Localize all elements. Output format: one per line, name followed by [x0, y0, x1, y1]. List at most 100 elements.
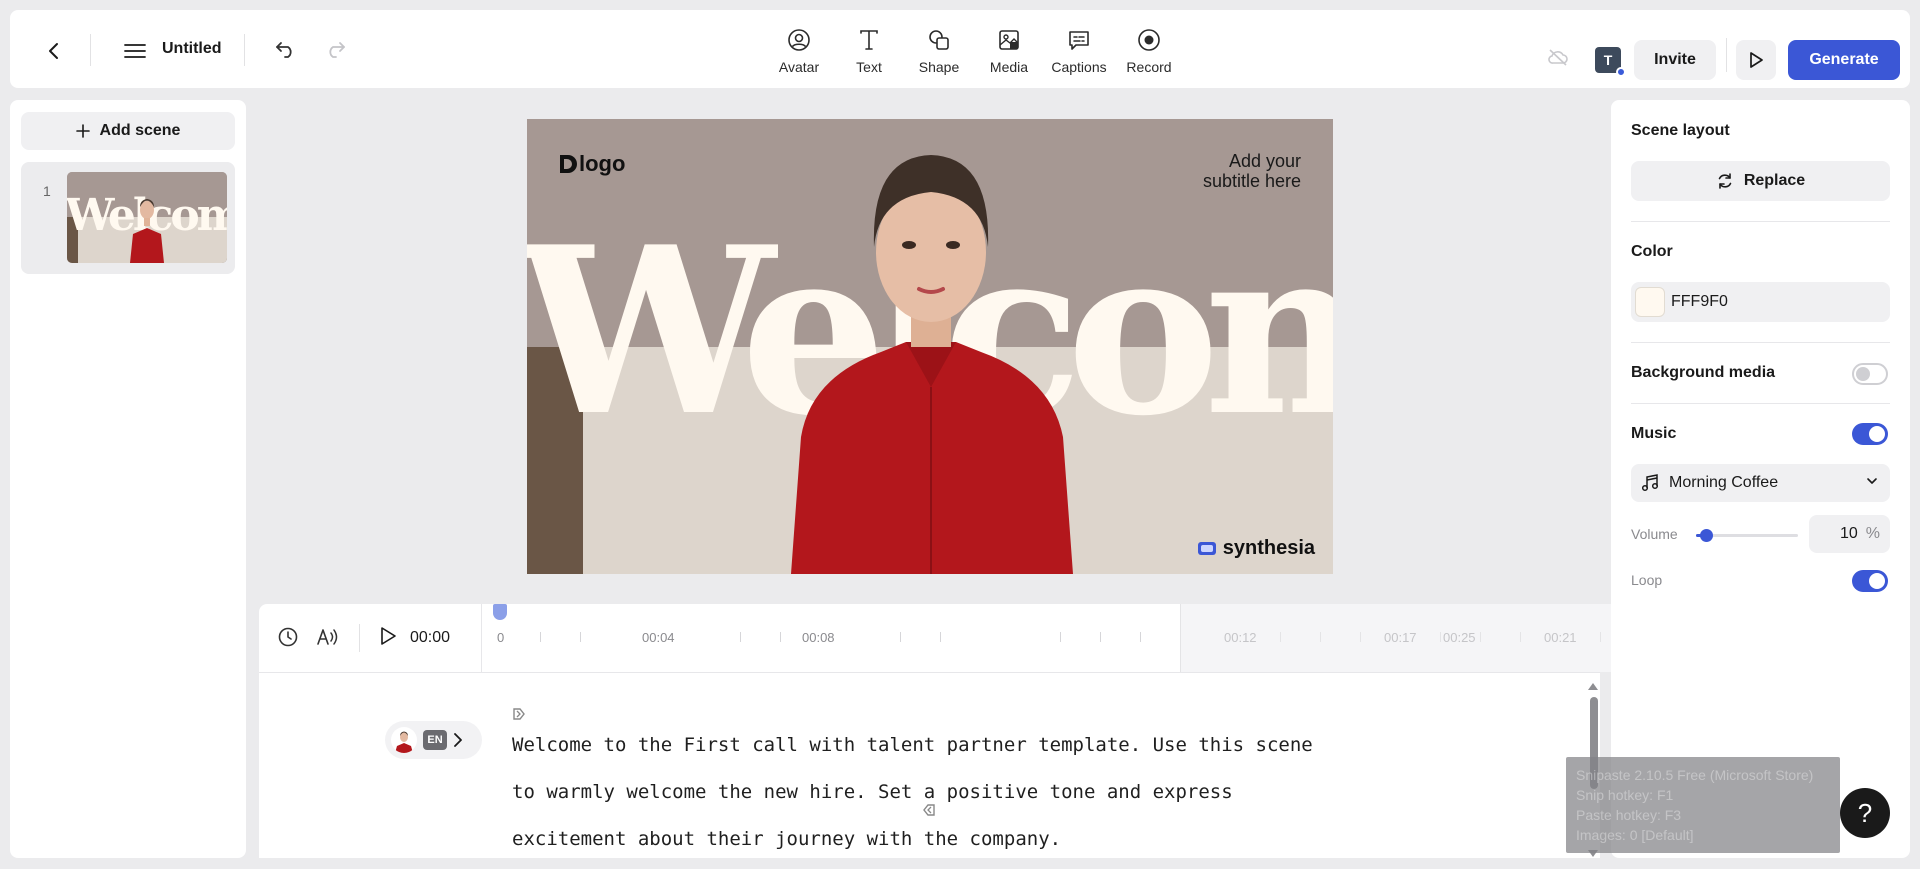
divider: [1726, 38, 1727, 72]
playhead[interactable]: [493, 604, 507, 620]
text-icon: [855, 26, 883, 54]
properties-panel: Scene layout Replace Color FFF9F0 Backgr…: [1611, 100, 1910, 858]
tool-label: Record: [1126, 59, 1172, 75]
avatar-figure[interactable]: [771, 137, 1091, 574]
voice-icon[interactable]: [315, 626, 339, 650]
tick: [1320, 632, 1321, 642]
tick: [1440, 632, 1441, 642]
tool-label: Captions: [1051, 59, 1107, 75]
avatar-language-pill[interactable]: EN: [385, 721, 482, 759]
add-scene-button[interactable]: Add scene: [21, 112, 235, 150]
scene-number: 1: [43, 183, 51, 199]
timeline: 00:00 0 00:04 00:08 00:12 00:17 00:21: [259, 604, 1820, 672]
scene-canvas[interactable]: Welcome logo Add your subtitle here synt…: [527, 119, 1333, 574]
tooltip-line: Snip hotkey: F1: [1576, 787, 1674, 803]
timeline-track[interactable]: 0 00:04 00:08 00:12 00:17 00:21: [481, 604, 1820, 672]
background-media-label: Background media: [1631, 364, 1776, 381]
preview-button[interactable]: [1736, 40, 1776, 80]
media-icon: [995, 26, 1023, 54]
undo-icon[interactable]: [270, 34, 302, 66]
top-bar: Untitled Avatar Text Shape Media Caption…: [10, 10, 1910, 88]
tool-captions[interactable]: Captions: [1044, 26, 1114, 75]
play-icon[interactable]: [378, 626, 402, 650]
tick: [540, 632, 541, 642]
tick: [1280, 632, 1281, 642]
loop-toggle[interactable]: [1852, 570, 1888, 592]
tick-label: 00:12: [1224, 630, 1257, 645]
project-title[interactable]: Untitled: [162, 40, 222, 58]
tick-label: 00:17: [1384, 630, 1417, 645]
end-marker-icon[interactable]: [922, 803, 936, 817]
tick-label: 00:21: [1544, 630, 1577, 645]
tick: [580, 632, 581, 642]
scene-layout-heading: Scene layout: [1631, 122, 1730, 139]
tool-media[interactable]: Media: [974, 26, 1044, 75]
clock-icon[interactable]: [277, 626, 301, 650]
avatar-icon: [785, 26, 813, 54]
refresh-icon: [1718, 173, 1732, 189]
tick: [1140, 632, 1141, 642]
menu-icon[interactable]: [119, 35, 151, 67]
music-track-select[interactable]: Morning Coffee: [1631, 464, 1890, 502]
volume-slider-knob[interactable]: [1700, 529, 1714, 542]
avatar-thumbnail: [391, 727, 417, 753]
tool-record[interactable]: Record: [1114, 26, 1184, 75]
script-text[interactable]: Welcome to the First call with talent pa…: [512, 722, 1342, 863]
replace-layout-button[interactable]: Replace: [1631, 161, 1890, 201]
canvas-logo[interactable]: logo: [559, 151, 625, 177]
logo-mark-icon: [560, 155, 577, 173]
current-time: 00:00: [410, 629, 451, 646]
background-media-toggle[interactable]: [1852, 363, 1888, 385]
tick: [1060, 632, 1061, 642]
tick: [900, 632, 901, 642]
subtitle-line: subtitle here: [1202, 171, 1301, 191]
start-marker-icon[interactable]: [512, 707, 526, 721]
snipaste-tooltip: Snipaste 2.10.5 Free (Microsoft Store) S…: [1566, 757, 1840, 853]
volume-label: Volume: [1631, 526, 1678, 542]
tool-avatar[interactable]: Avatar: [764, 26, 834, 75]
generate-button[interactable]: Generate: [1788, 40, 1900, 80]
volume-unit: %: [1865, 525, 1880, 542]
tick: [780, 632, 781, 642]
presence-dot: [1616, 67, 1626, 77]
tooltip-line: Paste hotkey: F3: [1576, 807, 1682, 823]
color-input[interactable]: FFF9F0: [1631, 282, 1890, 322]
volume-input[interactable]: 10 %: [1809, 515, 1890, 553]
brand-text: synthesia: [1222, 537, 1315, 559]
tool-label: Avatar: [778, 59, 820, 75]
tick-label: 0: [497, 630, 505, 645]
tick: [1520, 632, 1521, 642]
tool-label: Text: [856, 59, 882, 75]
toggle-knob: [1869, 426, 1885, 442]
chevron-right-icon: [454, 733, 462, 747]
redo-icon[interactable]: [319, 34, 351, 66]
music-track-name: Morning Coffee: [1669, 474, 1779, 491]
plus-icon: [75, 124, 90, 138]
color-value: FFF9F0: [1671, 293, 1728, 310]
music-toggle[interactable]: [1852, 423, 1888, 445]
help-button[interactable]: ?: [1840, 788, 1890, 838]
music-label: Music: [1631, 425, 1677, 442]
divider: [90, 34, 91, 66]
volume-value: 10: [1839, 525, 1858, 542]
back-icon[interactable]: [38, 35, 70, 67]
tool-label: Media: [989, 59, 1029, 75]
record-icon: [1135, 26, 1163, 54]
scenes-panel: Add scene 1 Welcome: [10, 100, 246, 858]
synthesia-watermark: synthesia: [1197, 537, 1315, 560]
color-swatch[interactable]: [1635, 287, 1665, 317]
tick: [1360, 632, 1361, 642]
scroll-up-icon[interactable]: [1587, 681, 1599, 691]
tooltip-line: Images: 0 [Default]: [1576, 827, 1694, 843]
divider: [1631, 403, 1890, 404]
canvas-subtitle[interactable]: Add your subtitle here: [1203, 151, 1301, 191]
tick: [1600, 632, 1601, 642]
divider: [244, 34, 245, 66]
divider: [359, 624, 360, 652]
tool-shape[interactable]: Shape: [904, 26, 974, 75]
scene-card[interactable]: 1 Welcome: [21, 162, 235, 274]
cloud-sync-icon: [1547, 48, 1571, 72]
invite-button[interactable]: Invite: [1634, 40, 1716, 80]
tool-text[interactable]: Text: [834, 26, 904, 75]
loop-label: Loop: [1631, 572, 1663, 588]
